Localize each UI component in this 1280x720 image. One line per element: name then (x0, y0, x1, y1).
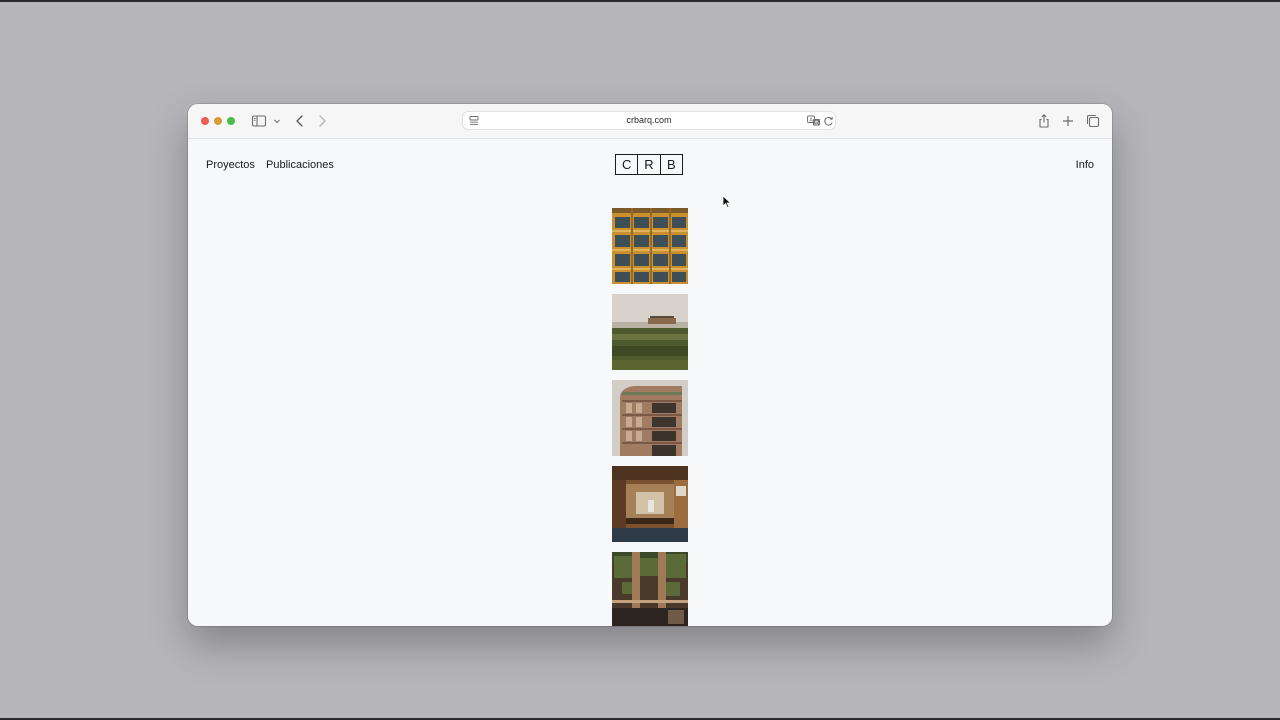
close-window-button[interactable] (201, 117, 209, 125)
svg-text:あ: あ (814, 120, 819, 126)
screen-edge-top (0, 0, 1280, 2)
new-tab-icon[interactable] (1060, 113, 1076, 129)
nav-link-info[interactable]: Info (1076, 159, 1094, 171)
mouse-pointer-icon (722, 195, 732, 209)
green-facade-photo (612, 552, 688, 626)
reload-icon[interactable] (823, 115, 834, 127)
translate-icon[interactable]: A あ (807, 115, 821, 127)
zoom-window-button[interactable] (227, 117, 235, 125)
minimize-window-button[interactable] (214, 117, 222, 125)
chevron-down-icon[interactable] (272, 115, 282, 127)
site-logo[interactable]: C R B (615, 154, 683, 175)
landscape-house-photo (612, 294, 688, 370)
nav-link-proyectos[interactable]: Proyectos (206, 159, 255, 171)
web-page: Proyectos Publicaciones C R B Info (188, 139, 1112, 626)
wood-interior-photo (612, 466, 688, 542)
project-thumbnail[interactable] (612, 380, 688, 456)
facade-balconies-photo (612, 208, 688, 284)
share-icon[interactable] (1036, 113, 1052, 129)
logo-letter-r: R (637, 155, 659, 174)
tabs-overview-icon[interactable] (1085, 113, 1101, 129)
browser-toolbar: crbarq.com A あ (188, 104, 1112, 139)
back-icon[interactable] (292, 113, 308, 129)
address-bar[interactable]: crbarq.com A あ (462, 111, 836, 130)
nav-link-publicaciones[interactable]: Publicaciones (266, 159, 334, 171)
sidebar-icon[interactable] (251, 113, 267, 129)
logo-letter-b: B (659, 155, 682, 174)
forward-icon[interactable] (314, 113, 330, 129)
project-thumbnail[interactable] (612, 294, 688, 370)
logo-letter-c: C (621, 157, 632, 172)
project-thumbnail[interactable] (612, 552, 688, 626)
browser-window: crbarq.com A あ Proyectos Publicaciones C… (188, 104, 1112, 626)
url-text[interactable]: crbarq.com (463, 115, 835, 125)
rounded-building-photo (612, 380, 688, 456)
project-thumbnail[interactable] (612, 466, 688, 542)
project-thumbnail[interactable] (612, 208, 688, 284)
